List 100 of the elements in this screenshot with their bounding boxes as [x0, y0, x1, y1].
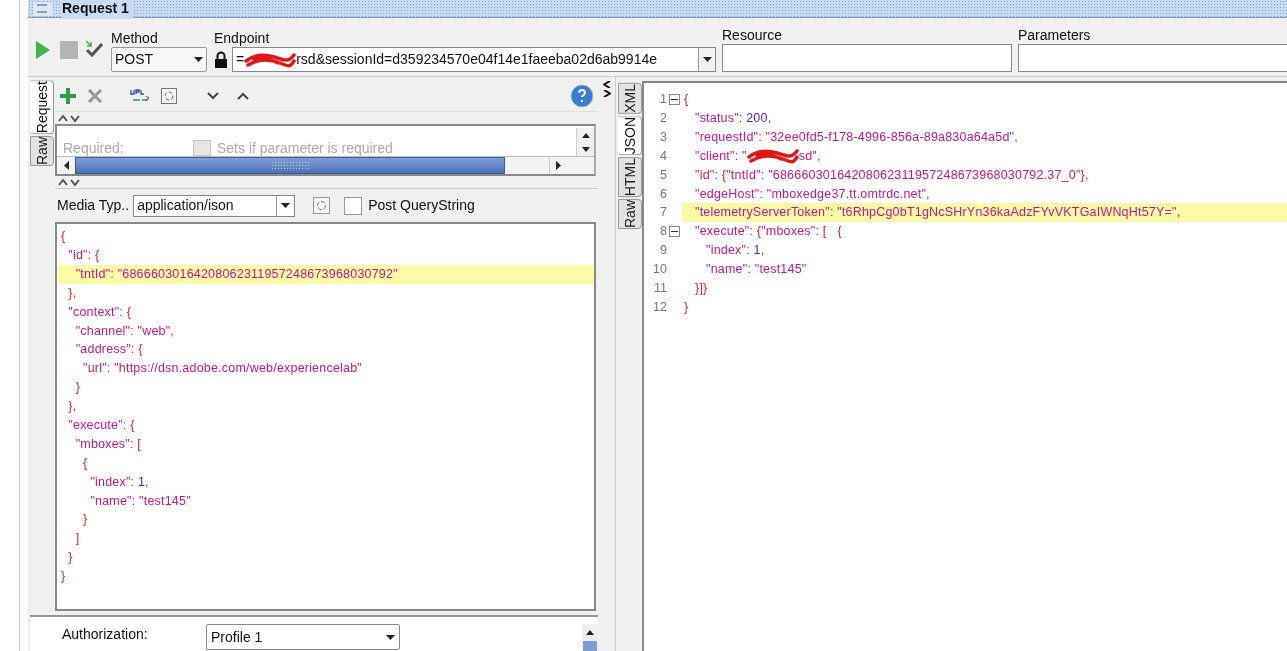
code-text: "id": { [67, 246, 100, 264]
expand-collapse-icon[interactable] [57, 177, 81, 187]
authorization-select[interactable]: Profile 1 [206, 624, 400, 650]
expand-collapse-icon[interactable] [57, 113, 81, 123]
code-text: "id": {"tntId": "68666030164208062311957248673968030792.37_0"}, [694, 166, 1089, 184]
dropdown-button[interactable] [698, 48, 715, 71]
method-select[interactable]: POST [111, 47, 207, 72]
code-text: "telemetryServerToken": "t6RhpCg0bT1gNcSHrYn36kaAdzFYvVKTGaIWNqHt57Y=", [694, 204, 1181, 222]
line-number: 11 [654, 279, 667, 297]
dropdown-arrow-icon [194, 57, 203, 62]
code-text: } [684, 298, 689, 316]
refresh-icon[interactable] [161, 87, 177, 104]
vertical-tab[interactable]: Raw [30, 136, 54, 167]
help-icon[interactable] [570, 83, 594, 108]
endpoint-label: Endpoint [214, 29, 271, 47]
code-text: "mboxes": [ [74, 435, 141, 453]
media-type-label: Media Typ.. [57, 196, 130, 215]
code-text: "execute": { [67, 416, 135, 434]
code-text: } [67, 549, 73, 567]
code-text: } [82, 511, 88, 529]
code-text: "url": "https://dsn.adobe.com/web/experiencelab" [82, 360, 362, 378]
add-icon[interactable] [59, 86, 77, 105]
line-number: 3 [660, 128, 667, 146]
lock-icon [214, 51, 228, 68]
collapse-right-icon[interactable] [602, 90, 611, 97]
resource-label: Resource [722, 26, 783, 44]
vertical-scrollbar[interactable] [576, 128, 594, 156]
line-number: 1 [660, 91, 667, 109]
code-text: "channel": "web", [74, 322, 174, 340]
post-querystring-label: Post QueryString [368, 196, 475, 215]
line-number: 10 [653, 261, 667, 279]
chevron-down-icon[interactable] [207, 91, 219, 100]
fold-icon[interactable] [669, 226, 680, 238]
endpoint-text: = [236, 50, 245, 69]
code-text: "tntId": "68666030164208062311957248673968030792" [74, 265, 398, 283]
endpoint-text: rsd&sessionId=d359234570e04f14e1faeeba02d6ab9914e [296, 50, 657, 69]
vertical-scrollbar[interactable] [582, 624, 598, 651]
code-text: }, [67, 284, 77, 302]
code-text: "name": "test145" [89, 492, 191, 510]
scroll-down-icon[interactable] [581, 146, 590, 152]
scroll-left-icon[interactable] [63, 161, 69, 170]
line-number: 9 [660, 242, 667, 260]
code-text: "context": { [67, 303, 132, 321]
check-icon[interactable] [85, 40, 103, 60]
code-text: }]} [694, 279, 708, 297]
chevron-up-icon[interactable] [237, 91, 249, 100]
window-title: Request 1 [62, 0, 133, 19]
line-number: 7 [660, 204, 667, 222]
media-type-select[interactable]: application/ison [133, 194, 296, 217]
post-querystring-checkbox[interactable] [344, 196, 363, 215]
request-editor[interactable] [55, 222, 596, 611]
line-number: 6 [660, 185, 667, 203]
code-text: "index": 1, [705, 242, 765, 260]
fold-icon[interactable] [669, 93, 680, 105]
endpoint-field[interactable]: = rsd&sessionId=d359234570e04f14e1faeeba02d6ab9914e [232, 47, 716, 72]
code-text: "requestId": "32ee0fd5-f178-4996-856a-89a830a64a5d", [694, 128, 1018, 146]
code-text: "index": 1, [89, 473, 149, 491]
refresh-icon[interactable] [313, 197, 331, 214]
scroll-up-icon[interactable] [586, 630, 594, 635]
line-number: 5 [660, 166, 667, 184]
resource-field[interactable] [722, 44, 1012, 72]
required-label: Required: [63, 140, 125, 156]
line-number: 2 [660, 109, 667, 127]
redaction-scribble [244, 50, 297, 69]
dropdown-arrow-icon [386, 634, 395, 640]
scroll-up-icon[interactable] [581, 132, 590, 138]
parameters-field[interactable] [1018, 44, 1287, 72]
code-text: }, [67, 398, 77, 416]
required-checkbox-label: Sets if parameter is required [217, 140, 393, 156]
code-text: { [61, 228, 66, 246]
scrollbar-thumb[interactable] [583, 641, 597, 651]
line-number: 4 [660, 147, 667, 165]
scroll-right-icon[interactable] [556, 161, 561, 170]
line-number: 8 [660, 223, 667, 241]
code-text: "status": 200, [694, 109, 772, 127]
horizontal-scrollbar[interactable] [57, 156, 594, 174]
code-text: "client": " [694, 147, 747, 165]
code-text: "name": "test145" [705, 261, 807, 279]
url-icon[interactable] [129, 87, 151, 104]
code-text: ] [74, 530, 80, 548]
vertical-tab[interactable]: HTML [618, 157, 642, 198]
dropdown-arrow-icon [702, 57, 712, 62]
dropdown-arrow-icon [281, 203, 291, 208]
vertical-tab[interactable]: Request [30, 80, 54, 135]
parameters-label: Parameters [1018, 26, 1092, 44]
code-text: "edgeHost": "mboxedge37.tt.omtrdc.net", [694, 185, 930, 203]
code-text: "execute": {"mboxes": [ { [694, 223, 842, 241]
vertical-tab[interactable]: Raw [618, 199, 642, 230]
collapse-left-icon[interactable] [602, 81, 611, 88]
scrollbar-thumb[interactable] [75, 157, 505, 174]
vertical-tab[interactable]: JSON [618, 115, 642, 156]
authorization-label: Authorization: [62, 625, 149, 644]
code-text: { [684, 91, 689, 109]
code-text: } [74, 379, 81, 397]
line-number: 12 [653, 298, 667, 316]
redaction-scribble [746, 147, 799, 166]
code-text: sd", [798, 147, 821, 165]
code-text: { [82, 454, 88, 472]
method-label: Method [111, 29, 159, 47]
vertical-tab[interactable]: XML [618, 83, 642, 114]
